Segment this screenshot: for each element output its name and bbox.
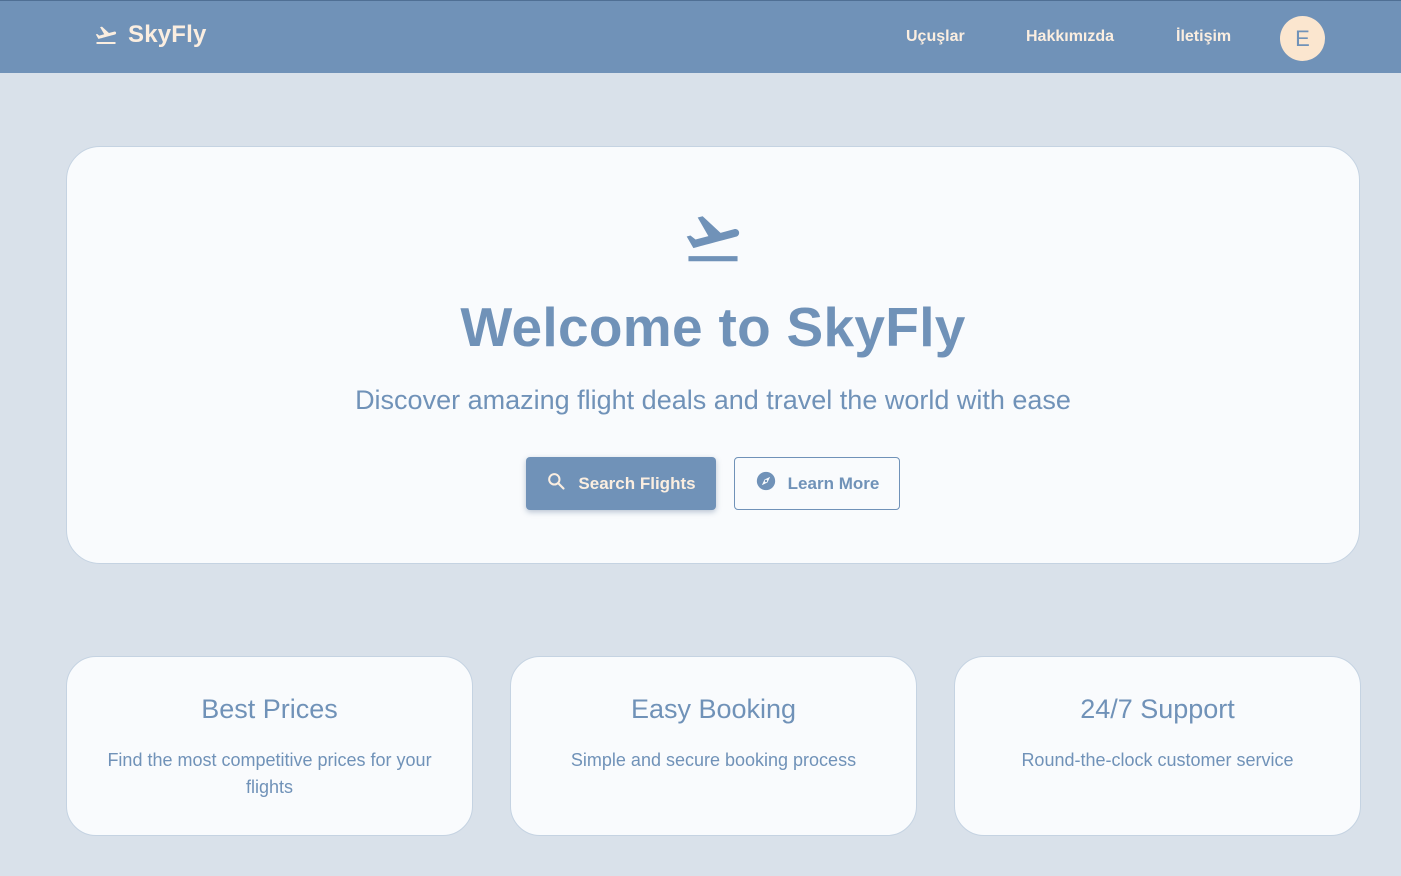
feature-card-easy-booking: Easy Booking Simple and secure booking p… bbox=[510, 656, 917, 836]
brand-name: SkyFly bbox=[128, 21, 207, 48]
learn-more-label: Learn More bbox=[787, 473, 880, 493]
search-flights-label: Search Flights bbox=[578, 473, 696, 493]
flight-takeoff-icon bbox=[682, 207, 744, 274]
feature-card-support: 24/7 Support Round-the-clock customer se… bbox=[954, 656, 1361, 836]
nav-link-contact[interactable]: İletişim bbox=[1176, 28, 1231, 46]
search-icon bbox=[546, 471, 566, 496]
nav-link-flights[interactable]: Uçuşlar bbox=[906, 28, 965, 46]
search-flights-button[interactable]: Search Flights bbox=[526, 457, 716, 510]
feature-title: Best Prices bbox=[201, 694, 338, 724]
hero-card: Welcome to SkyFly Discover amazing fligh… bbox=[66, 146, 1360, 564]
hero-subtitle: Discover amazing flight deals and travel… bbox=[355, 385, 1071, 415]
brand-logo-link[interactable]: SkyFly bbox=[93, 21, 207, 49]
flight-takeoff-icon bbox=[93, 23, 119, 47]
hero-title: Welcome to SkyFly bbox=[460, 296, 966, 358]
nav-link-about[interactable]: Hakkımızda bbox=[1026, 28, 1114, 46]
feature-description: Simple and secure booking process bbox=[570, 750, 857, 770]
learn-more-button[interactable]: Learn More bbox=[734, 457, 900, 510]
top-navbar: SkyFly Uçuşlar Hakkımızda İletişim E bbox=[0, 0, 1401, 73]
compass-icon bbox=[755, 470, 777, 497]
feature-title: 24/7 Support bbox=[1080, 694, 1235, 724]
user-avatar[interactable]: E bbox=[1280, 16, 1325, 61]
feature-description: Find the most competitive prices for you… bbox=[107, 750, 432, 797]
feature-description: Round-the-clock customer service bbox=[1021, 750, 1294, 770]
feature-title: Easy Booking bbox=[630, 694, 797, 724]
feature-card-best-prices: Best Prices Find the most competitive pr… bbox=[66, 656, 473, 836]
